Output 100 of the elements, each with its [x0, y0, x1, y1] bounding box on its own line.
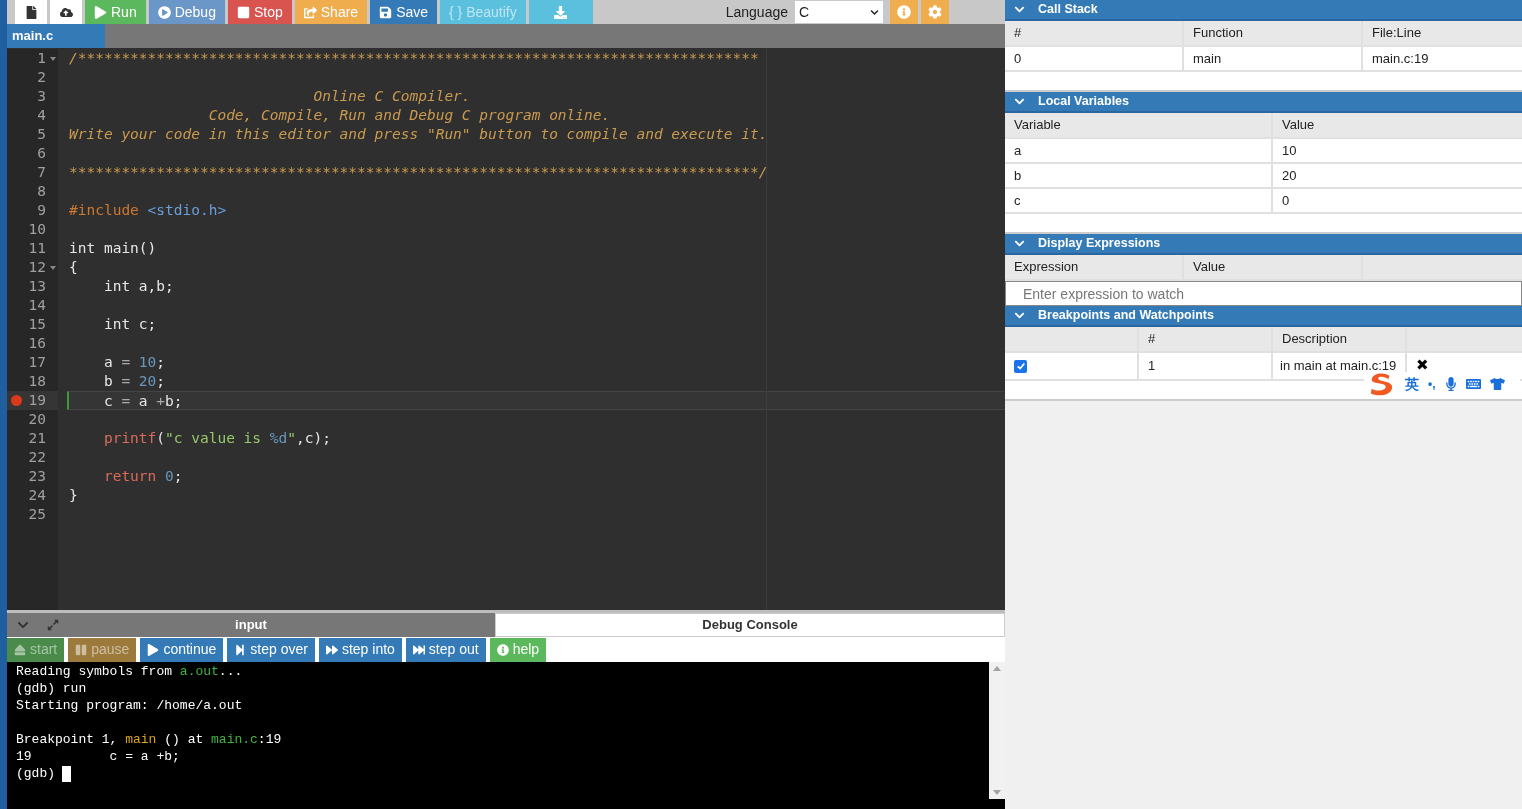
column-header: Value [1273, 113, 1522, 137]
column-header: Variable [1005, 113, 1273, 137]
code-line: c = a +b; [102, 393, 183, 409]
table-cell: b [1005, 164, 1273, 187]
remove-breakpoint-button[interactable]: ✖ [1416, 356, 1429, 373]
line-number: 10 [28, 220, 46, 239]
line-number: 20 [28, 410, 46, 429]
line-number: 13 [28, 277, 46, 296]
section-title: Local Variables [1038, 93, 1130, 111]
chevron-down-icon [1014, 96, 1025, 107]
collapse-icon[interactable] [17, 619, 29, 631]
code-line: a = 10; [102, 354, 166, 370]
table-cell: 0 [1005, 47, 1184, 70]
console-line: Starting program: /home/a.out [16, 697, 243, 714]
step-over-icon [234, 643, 247, 656]
table-cell: 1 [1139, 353, 1273, 379]
column-header: Description [1273, 327, 1407, 351]
download-icon [554, 5, 568, 19]
breakpoint-marker[interactable] [11, 395, 22, 406]
line-number: 18 [28, 372, 46, 391]
run-button[interactable]: Run [85, 0, 146, 24]
eject-icon [14, 643, 26, 656]
line-number: 11 [28, 239, 46, 258]
code-line: /****************************************************************************** [69, 50, 759, 66]
line-number: 17 [28, 353, 46, 372]
section-header[interactable]: Call Stack [1005, 0, 1522, 21]
code-line: return 0; [102, 468, 183, 484]
step-into-button[interactable]: step into [318, 637, 402, 662]
line-number: 21 [28, 429, 46, 448]
play-icon [147, 643, 160, 656]
fold-arrow-icon[interactable] [50, 57, 56, 61]
fold-arrow-icon[interactable] [50, 266, 56, 270]
panel-tab[interactable]: input [235, 615, 267, 635]
code-line: int c; [102, 316, 157, 332]
chevron-down-icon [1014, 238, 1025, 249]
section-title: Call Stack [1038, 1, 1098, 19]
debug-button[interactable]: Debug [148, 0, 225, 24]
language-mode-toggle[interactable]: 英 [1405, 373, 1419, 395]
column-header: Expression [1005, 255, 1184, 279]
code-line: Code, Compile, Run and Debug C program online. [207, 107, 611, 123]
keyboard-icon[interactable] [1465, 377, 1481, 391]
console-line: 19 c = a +b; [16, 748, 180, 765]
console-line: Reading symbols from a.out... [16, 663, 243, 680]
chevron-down-icon [1014, 4, 1025, 15]
upload-button[interactable] [50, 0, 82, 24]
table-cell: c [1005, 189, 1273, 212]
column-header: Value [1184, 255, 1363, 279]
chevron-down-icon [1014, 310, 1025, 321]
column-header: # [1005, 21, 1184, 45]
punctuation-toggle[interactable]: •, [1428, 375, 1436, 393]
info-icon [496, 643, 509, 656]
continue-button[interactable]: continue [140, 637, 224, 662]
line-number: 19 [28, 391, 46, 410]
info-icon [897, 5, 911, 19]
microphone-icon[interactable] [1444, 377, 1457, 391]
line-number: 23 [28, 467, 46, 486]
code-line: printf("c value is %d",c); [102, 430, 331, 446]
line-number: 1 [37, 49, 46, 68]
panel-tab[interactable]: Debug Console [495, 613, 1005, 637]
skip-forward-icon [412, 643, 425, 656]
line-number: 8 [37, 182, 46, 201]
code-line: } [69, 487, 78, 503]
section-title: Breakpoints and Watchpoints [1038, 307, 1214, 325]
step-over-button[interactable]: step over [227, 637, 315, 662]
column-header: Function [1184, 21, 1363, 45]
line-number: 12 [28, 258, 46, 277]
code-line: b = 20; [102, 373, 166, 389]
section-header[interactable]: Breakpoints and Watchpoints [1005, 306, 1522, 327]
expression-input[interactable]: Enter expression to watch [1005, 281, 1522, 306]
line-number: 2 [37, 68, 46, 87]
shirt-icon[interactable] [1489, 377, 1505, 391]
cloud-upload-icon [59, 5, 73, 19]
share-icon [303, 5, 317, 19]
table-cell: main.c:19 [1363, 47, 1522, 70]
table-cell: a [1005, 139, 1273, 162]
section-header[interactable]: Display Expressions [1005, 234, 1522, 255]
line-number: 14 [28, 296, 46, 315]
save-button[interactable]: Save [370, 0, 438, 24]
breakpoint-checkbox[interactable] [1014, 359, 1027, 373]
line-number: 15 [28, 315, 46, 334]
help-button[interactable]: help [489, 637, 547, 662]
section-header[interactable]: Local Variables [1005, 92, 1522, 113]
new-file-button[interactable] [15, 0, 47, 24]
table-cell: 10 [1273, 139, 1522, 162]
step-out-button[interactable]: step out [405, 637, 486, 662]
table-cell: 20 [1273, 164, 1522, 187]
fast-forward-icon [325, 643, 338, 656]
file-tab[interactable]: main.c [7, 24, 105, 48]
settings-icon [928, 5, 942, 19]
expand-icon[interactable] [47, 619, 59, 631]
language-select[interactable]: C [795, 1, 883, 23]
stop-button[interactable]: Stop [227, 0, 292, 24]
table-cell: 0 [1273, 189, 1522, 212]
line-number: 9 [37, 201, 46, 220]
code-line: Write your code in this editor and press "Run" button to compile and execute it. [69, 126, 768, 142]
column-header: # [1139, 327, 1273, 351]
code-line: { [69, 259, 78, 275]
code-line: *******************************************************************************/ [69, 164, 768, 180]
code-line: int main() [69, 240, 157, 256]
scrollbar[interactable] [989, 662, 1005, 799]
